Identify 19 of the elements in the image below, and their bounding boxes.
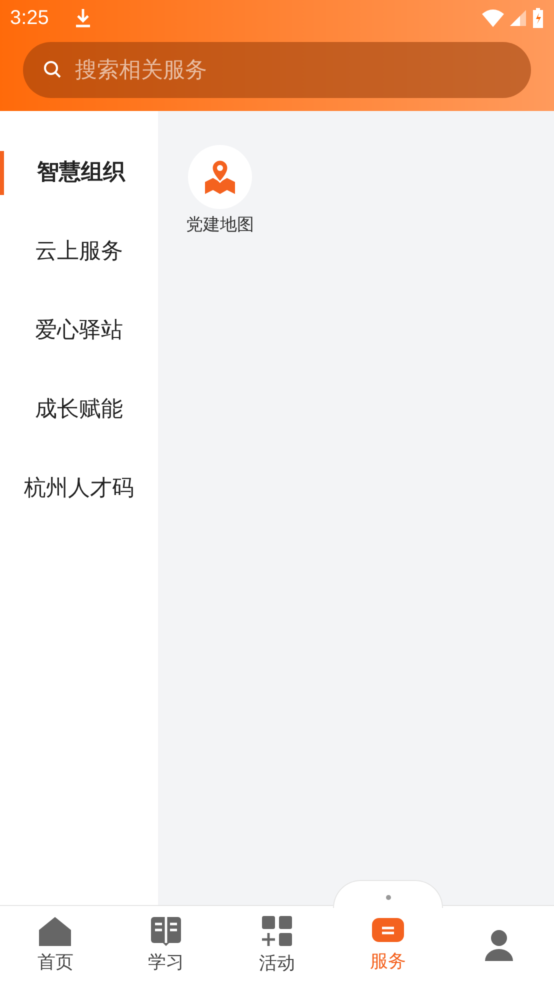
wifi-icon	[482, 9, 504, 27]
tab-item[interactable]: 活动	[222, 906, 332, 984]
search-field[interactable]: 搜索相关服务	[23, 42, 531, 98]
signal-icon	[510, 9, 526, 27]
book-icon	[150, 916, 182, 946]
grid-plus-icon	[260, 915, 293, 947]
service-label: 党建地图	[186, 214, 254, 236]
tab-item[interactable]: 学习	[110, 906, 222, 984]
battery-icon	[532, 8, 544, 28]
status-time: 3:25	[10, 6, 49, 30]
chat-icon	[370, 917, 405, 945]
sidebar-item[interactable]: 云上服务	[0, 230, 158, 309]
sidebar-item[interactable]: 爱心驿站	[0, 309, 158, 388]
search-icon	[43, 60, 63, 80]
download-icon	[74, 8, 91, 28]
sidebar-item[interactable]: 杭州人才码	[0, 467, 158, 546]
tab-item[interactable]: 首页	[0, 906, 111, 984]
sidebar-item[interactable]: 成长赋能	[0, 388, 158, 467]
house-icon	[38, 916, 72, 946]
